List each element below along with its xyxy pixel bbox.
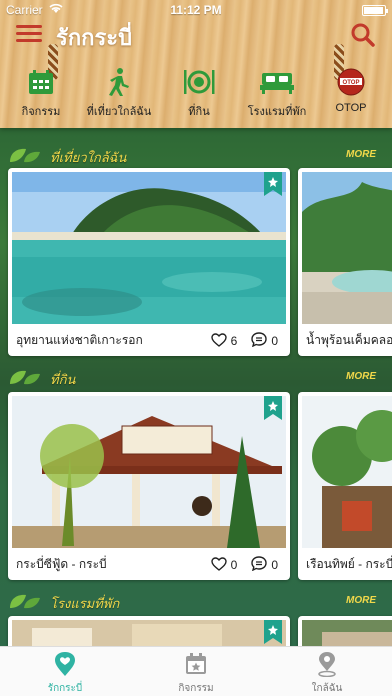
calendar-icon [2,66,80,98]
leaf-icon [8,592,42,615]
leaf-icon [8,368,42,391]
tab-label: รักกระบี่ [47,683,83,694]
like-count: 6 [230,334,238,348]
restaurant-name: เรือนทิพย์ - กระบี่ [306,557,392,571]
more-link[interactable]: MORE [346,371,376,382]
tab-label: ใกล้ฉัน [311,683,343,694]
bed-icon [238,66,316,98]
search-icon[interactable] [350,22,376,48]
more-link[interactable]: MORE [346,595,376,606]
restaurant-name: กระบี่ซีฟู้ด - กระบี่ [16,557,107,571]
battery-icon [362,5,388,16]
tab-nearby[interactable]: ใกล้ฉัน [262,651,392,696]
comment-icon[interactable] [251,556,268,574]
category-food[interactable]: ที่กิน [160,66,238,124]
category-label: ที่เที่ยวใกล้ฉัน [86,106,152,118]
heart-icon[interactable] [210,332,227,350]
app-title: รักกระบี่ [56,25,133,50]
category-label: กิจกรรม [21,106,61,118]
bookmark-star-icon[interactable] [264,620,282,644]
tab-label: กิจกรรม [178,683,214,694]
restaurant-photo [302,396,392,548]
bottom-tab-bar: รักกระบี่ กิจกรรม ใกล้ฉัน [0,646,392,696]
walking-person-icon [80,66,158,98]
svg-text:OTOP: OTOP [343,80,360,86]
comment-count: 0 [271,558,278,572]
place-card[interactable]: อุทยานแห่งชาติเกาะรอก 6 0 [8,168,290,356]
hamburger-menu-icon[interactable] [16,24,42,44]
place-photo [302,172,392,324]
section-title: ที่เที่ยวใกล้ฉัน [50,150,127,165]
place-photo [12,172,286,324]
restaurant-card[interactable]: กระบี่ซีฟู้ด - กระบี่ 0 0 [8,392,290,580]
heart-icon[interactable] [210,556,227,574]
category-row: กิจกรรม ที่เที่ยวใกล้ฉัน ที่กิน โรงแรมที… [0,66,392,124]
category-label: โรงแรมที่พัก [247,106,307,118]
restaurant-card[interactable]: เรือนทิพย์ - กระบี่ [298,392,392,580]
more-link[interactable]: MORE [346,149,376,160]
comment-count: 0 [271,334,278,348]
card-stats: 0 0 [210,556,278,574]
category-hotels[interactable]: โรงแรมที่พัก [238,66,316,124]
leaf-icon [8,146,42,169]
category-activities[interactable]: กิจกรรม [2,66,80,124]
like-count: 0 [230,558,238,572]
status-bar: Carrier 11:12 PM [0,0,392,20]
section-header-nearby: ที่เที่ยวใกล้ฉัน MORE [0,144,392,166]
bookmark-star-icon[interactable] [264,172,282,196]
category-label: OTOP [335,102,367,114]
section-header-hotels: โรงแรมที่พัก MORE [0,590,392,612]
otop-logo-icon: OTOP [312,66,390,98]
location-pin-icon [262,651,392,677]
tab-activities[interactable]: กิจกรรม [131,651,261,696]
section-header-food: ที่กิน MORE [0,366,392,388]
comment-icon[interactable] [251,332,268,350]
category-otop[interactable]: OTOP OTOP [312,66,390,124]
card-stats: 6 0 [210,332,278,350]
plate-cutlery-icon [160,66,238,98]
category-nearby-places[interactable]: ที่เที่ยวใกล้ฉัน [80,66,158,124]
restaurant-photo [12,396,286,548]
bookmark-star-icon[interactable] [264,396,282,420]
place-name: อุทยานแห่งชาติเกาะรอก [16,333,143,347]
section-title: ที่กิน [50,372,76,387]
calendar-star-icon [131,651,261,677]
place-name: น้ำพุร้อนเค็มคลอ [306,333,392,347]
heart-pin-icon [0,651,130,677]
section-title: โรงแรมที่พัก [50,596,120,611]
place-card[interactable]: น้ำพุร้อนเค็มคลอ [298,168,392,356]
clock: 11:12 PM [170,3,222,17]
tab-love-krabi[interactable]: รักกระบี่ [0,651,130,696]
category-label: ที่กิน [188,106,210,118]
